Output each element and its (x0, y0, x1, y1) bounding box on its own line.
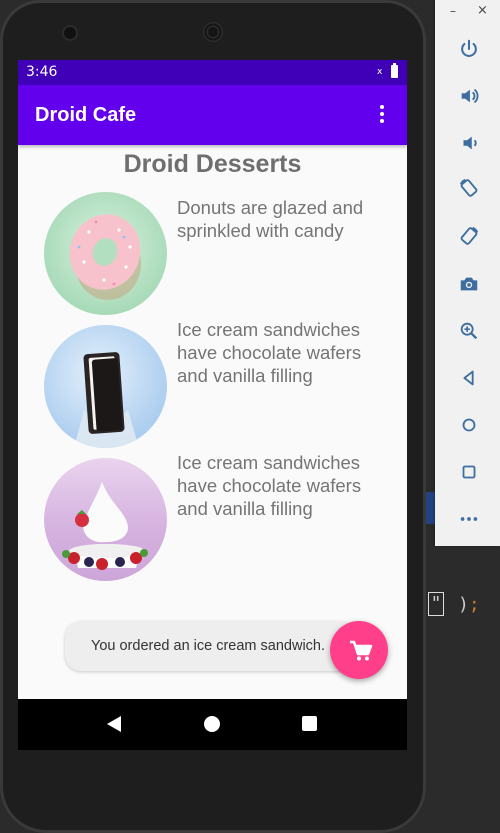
zoom-icon[interactable] (455, 317, 483, 345)
donut-description: Donuts are glazed and sprinkled with can… (177, 197, 364, 241)
signal-icon: x (377, 67, 383, 77)
cart-fab-button[interactable] (330, 621, 388, 679)
ice-cream-sandwich-description: Ice cream sandwiches have chocolate wafe… (177, 319, 362, 386)
app-title: Droid Cafe (35, 104, 137, 126)
front-camera (64, 27, 76, 39)
shopping-cart-icon (350, 640, 373, 661)
recents-icon[interactable] (302, 716, 317, 731)
more-vert-icon[interactable] (374, 105, 390, 127)
back-icon[interactable] (107, 716, 121, 732)
camera-icon[interactable] (455, 270, 483, 298)
minimize-window-button[interactable]: – (450, 4, 456, 18)
phone-frame: 3:46 x Droid Cafe Droid Desserts Donuts … (0, 0, 426, 833)
status-time: 3:46 (26, 64, 58, 80)
navigation-bar (18, 699, 407, 750)
device-screen: 3:46 x Droid Cafe Droid Desserts Donuts … (18, 60, 407, 750)
ide-code-fragment: ); (458, 594, 480, 615)
earpiece-speaker (203, 22, 223, 42)
close-window-button[interactable]: × (477, 3, 488, 18)
app-bar: Droid Cafe (18, 85, 407, 145)
froyo-image[interactable] (44, 458, 167, 581)
emulator-toolbar: – × (435, 0, 500, 546)
froyo-description: Ice cream sandwiches have chocolate wafe… (177, 452, 362, 519)
volume-down-icon[interactable] (455, 129, 483, 157)
battery-icon (391, 63, 398, 78)
power-icon[interactable] (455, 35, 483, 63)
donut-image[interactable] (44, 192, 167, 315)
ide-selection (425, 492, 435, 524)
ice-cream-sandwich-image[interactable] (44, 325, 167, 448)
back-icon[interactable] (455, 364, 483, 392)
home-icon[interactable] (455, 411, 483, 439)
ide-code-box: " (428, 592, 444, 616)
home-icon[interactable] (204, 716, 220, 732)
more-icon[interactable] (455, 505, 483, 533)
rotate-right-icon[interactable] (455, 222, 483, 250)
snackbar-message: You ordered an ice cream sandwich. (91, 638, 326, 654)
overview-icon[interactable] (455, 458, 483, 486)
status-bar: 3:46 x (18, 60, 407, 85)
page-title: Droid Desserts (123, 150, 302, 178)
volume-up-icon[interactable] (455, 82, 483, 110)
snackbar: You ordered an ice cream sandwich. (65, 621, 355, 671)
rotate-left-icon[interactable] (455, 174, 483, 202)
